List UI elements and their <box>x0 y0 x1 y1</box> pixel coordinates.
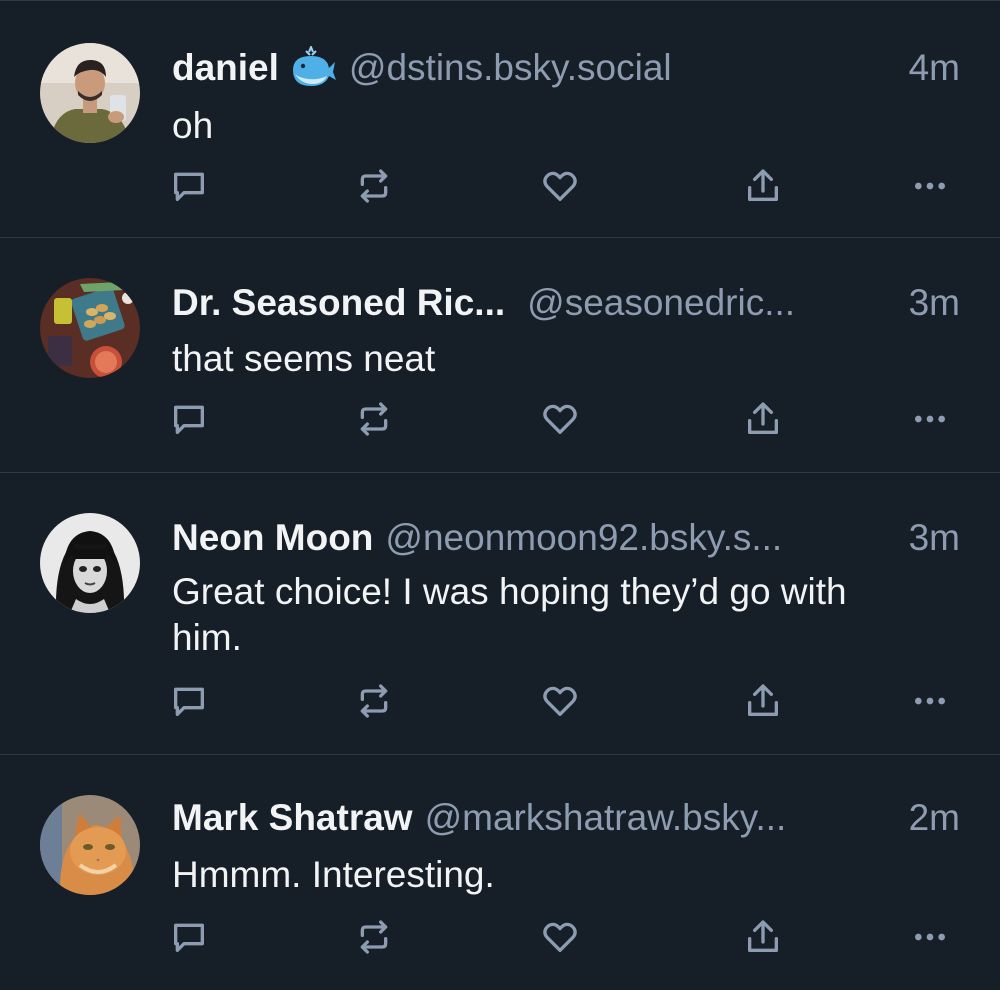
repost-icon[interactable] <box>352 397 396 441</box>
post-text: Hmmm. Interesting. <box>172 854 495 895</box>
reply-feed: daniel @dstins.bsky.social 4m oh Dr. Sea… <box>0 0 1000 990</box>
share-icon[interactable] <box>741 679 785 723</box>
post-item[interactable]: Neon Moon @neonmoon92.bsky.s... 3m Great… <box>0 473 1000 755</box>
more-icon[interactable] <box>908 915 952 959</box>
share-icon[interactable] <box>741 397 785 441</box>
author-name[interactable]: daniel <box>172 47 279 89</box>
post-actions <box>0 915 1000 959</box>
post-timestamp[interactable]: 2m <box>909 797 960 839</box>
post-header: Mark Shatraw @markshatraw.bsky... 2m <box>172 795 960 841</box>
author-handle[interactable]: @neonmoon92.bsky.s... <box>385 517 894 559</box>
more-icon[interactable] <box>908 397 952 441</box>
reply-icon[interactable] <box>167 397 211 441</box>
avatar[interactable] <box>40 278 140 378</box>
avatar[interactable] <box>40 513 140 613</box>
like-icon[interactable] <box>538 915 582 959</box>
author-name[interactable]: Dr. Seasoned Ric... <box>172 282 505 324</box>
post-actions <box>0 164 1000 208</box>
post-header: daniel @dstins.bsky.social 4m <box>172 44 960 91</box>
post-header: Dr. Seasoned Ric... @seasonedric... 3m <box>172 280 960 326</box>
reply-icon[interactable] <box>167 915 211 959</box>
post-text: oh <box>172 105 214 146</box>
post-timestamp[interactable]: 3m <box>909 517 960 559</box>
repost-icon[interactable] <box>352 679 396 723</box>
reply-icon[interactable] <box>167 164 211 208</box>
more-icon[interactable] <box>908 679 952 723</box>
post-item[interactable]: Dr. Seasoned Ric... @seasonedric... 3m t… <box>0 238 1000 473</box>
post-text: Great choice! I was hoping they’d go wit… <box>172 571 847 658</box>
reply-icon[interactable] <box>167 679 211 723</box>
avatar[interactable] <box>40 43 140 143</box>
repost-icon[interactable] <box>352 164 396 208</box>
post-actions <box>0 679 1000 723</box>
post-timestamp[interactable]: 3m <box>909 282 960 324</box>
post-timestamp[interactable]: 4m <box>909 47 960 89</box>
author-handle[interactable]: @markshatraw.bsky... <box>425 797 895 839</box>
whale-icon <box>289 44 337 90</box>
post-item[interactable]: Mark Shatraw @markshatraw.bsky... 2m Hmm… <box>0 755 1000 990</box>
repost-icon[interactable] <box>352 915 396 959</box>
like-icon[interactable] <box>538 679 582 723</box>
like-icon[interactable] <box>538 164 582 208</box>
avatar[interactable] <box>40 795 140 895</box>
share-icon[interactable] <box>741 164 785 208</box>
post-actions <box>0 397 1000 441</box>
share-icon[interactable] <box>741 915 785 959</box>
post-header: Neon Moon @neonmoon92.bsky.s... 3m <box>172 515 960 561</box>
author-handle[interactable]: @seasonedric... <box>527 282 894 324</box>
post-item[interactable]: daniel @dstins.bsky.social 4m oh <box>0 1 1000 238</box>
post-text: that seems neat <box>172 338 436 379</box>
more-icon[interactable] <box>908 164 952 208</box>
author-name[interactable]: Mark Shatraw <box>172 797 413 839</box>
author-handle[interactable]: @dstins.bsky.social <box>349 47 895 89</box>
like-icon[interactable] <box>538 397 582 441</box>
author-name[interactable]: Neon Moon <box>172 517 373 559</box>
